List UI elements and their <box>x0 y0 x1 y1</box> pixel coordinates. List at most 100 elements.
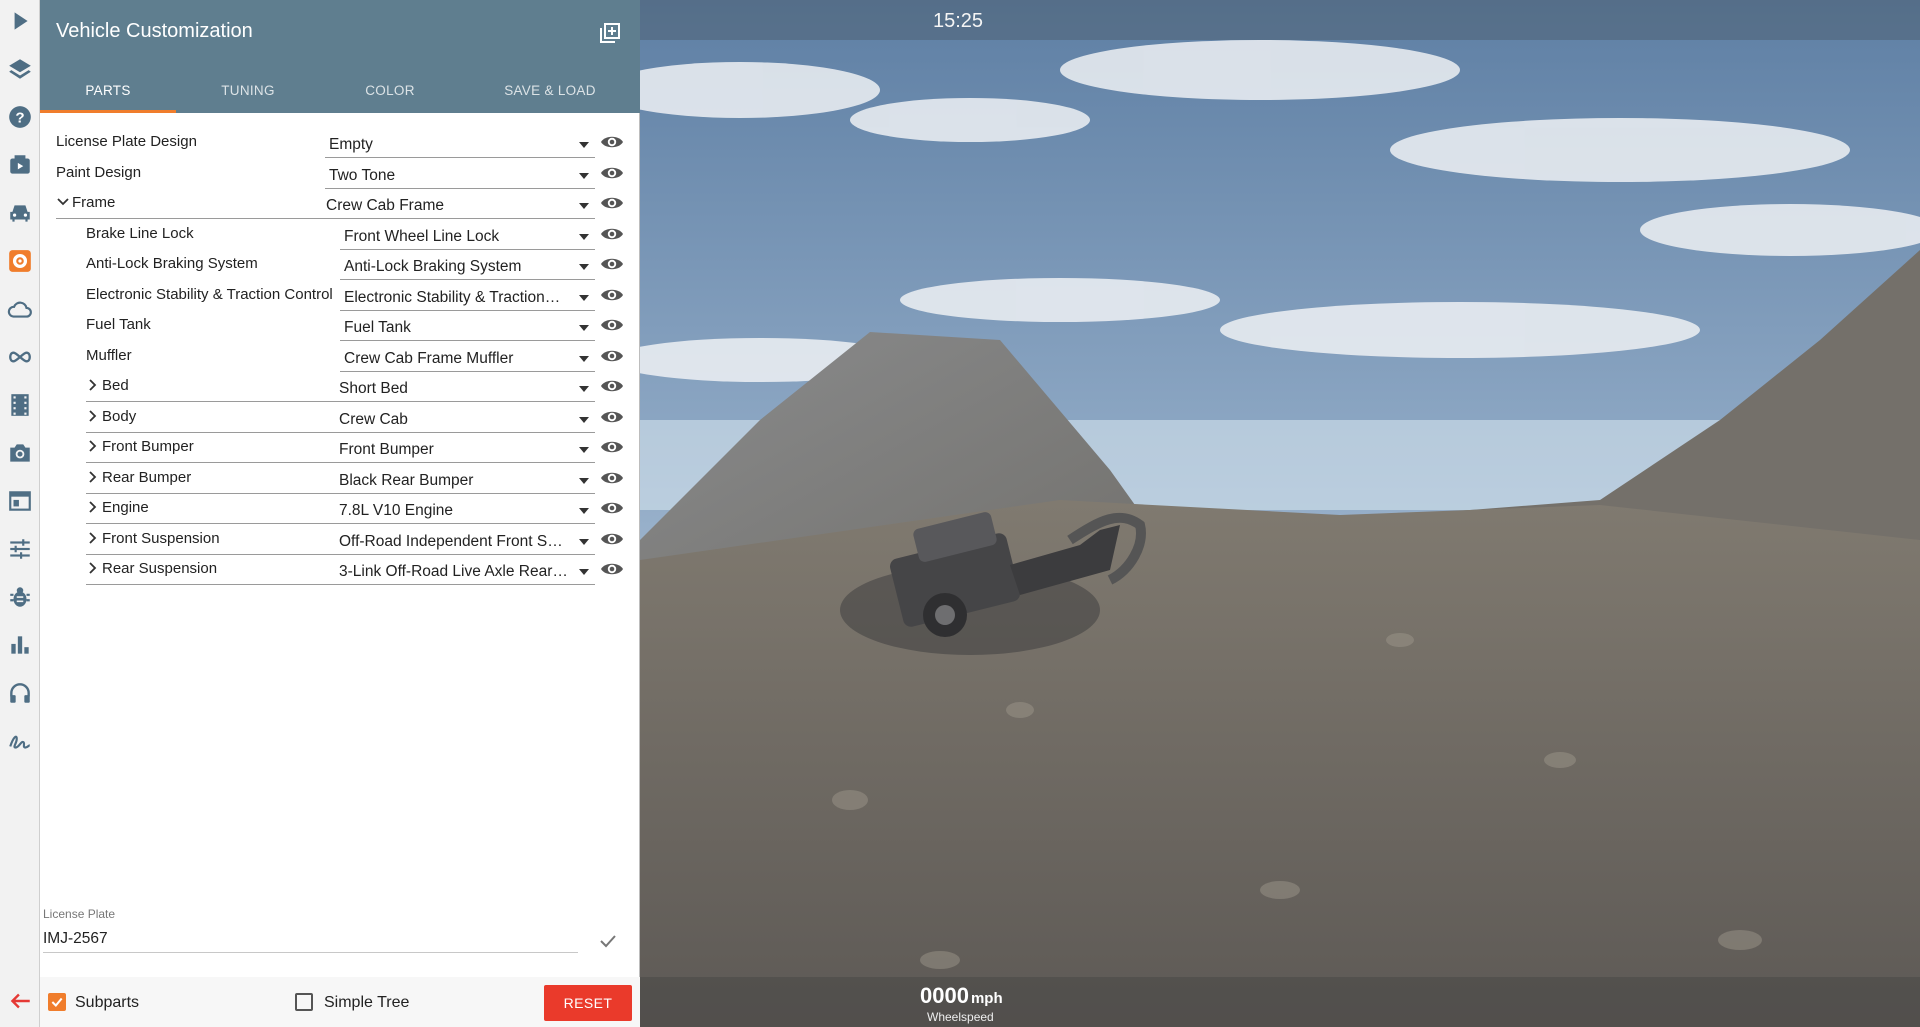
part-label[interactable]: Body <box>102 408 136 425</box>
part-label[interactable]: Front Bumper <box>102 438 194 455</box>
3d-viewport[interactable]: 15:25 0000 mph Wheelspeed <box>640 0 1920 1027</box>
tab-color[interactable]: COLOR <box>320 68 460 113</box>
signature-icon[interactable] <box>4 725 36 757</box>
dropdown-arrow-icon <box>579 203 589 209</box>
part-select[interactable]: Short Bed <box>335 374 595 402</box>
part-select-value: Fuel Tank <box>344 319 411 336</box>
part-select[interactable]: Crew Cab Frame <box>322 191 595 219</box>
chevron-right-icon[interactable] <box>86 378 100 392</box>
panel-tabs: PARTS TUNING COLOR SAVE & LOAD <box>40 68 640 113</box>
film-icon[interactable] <box>4 389 36 421</box>
eye-icon[interactable] <box>600 346 624 366</box>
part-select[interactable]: 3-Link Off-Road Live Axle Rear… <box>335 557 595 585</box>
parts-row: Electronic Stability & Traction Control E… <box>40 281 640 311</box>
chevron-right-icon[interactable] <box>86 439 100 453</box>
add-window-icon[interactable] <box>598 21 622 45</box>
part-label: Muffler <box>86 346 132 364</box>
eye-icon[interactable] <box>600 468 624 488</box>
part-select-value: Short Bed <box>339 380 408 397</box>
tab-parts[interactable]: PARTS <box>40 68 176 113</box>
play-icon[interactable] <box>4 5 36 37</box>
part-select-value: Two Tone <box>329 166 396 184</box>
wheelspeed-value: 0000 <box>920 983 969 1008</box>
parts-row: Front Suspension Off-Road Independent Fro… <box>40 525 640 555</box>
part-select-value: Electronic Stability & Traction… <box>344 288 561 306</box>
eye-icon[interactable] <box>600 498 624 518</box>
part-label[interactable]: Rear Bumper <box>102 469 191 486</box>
back-arrow-icon[interactable] <box>4 985 36 1017</box>
part-select[interactable]: Anti-Lock Braking System <box>340 252 595 280</box>
dropdown-arrow-icon <box>579 142 589 148</box>
eye-icon[interactable] <box>600 315 624 335</box>
eye-icon[interactable] <box>600 437 624 457</box>
help-icon[interactable]: ? <box>4 101 36 133</box>
dropdown-arrow-icon <box>579 172 589 179</box>
chevron-down-icon[interactable] <box>56 195 70 209</box>
part-select[interactable]: Crew Cab Frame Muffler <box>340 344 595 372</box>
part-select[interactable]: Front Bumper <box>335 435 595 463</box>
eye-icon[interactable] <box>600 193 624 213</box>
dropdown-arrow-icon <box>579 294 589 301</box>
part-select[interactable]: Front Wheel Line Lock <box>340 222 595 250</box>
parts-row: Rear Bumper Black Rear Bumper <box>40 464 640 494</box>
eye-icon[interactable] <box>600 132 624 152</box>
simple-tree-label: Simple Tree <box>324 994 410 1011</box>
subparts-checkbox[interactable] <box>48 993 66 1011</box>
layers-icon[interactable] <box>4 53 36 85</box>
part-select[interactable]: Two Tone <box>325 161 595 189</box>
chevron-right-icon[interactable] <box>86 561 100 575</box>
part-select[interactable]: 7.8L V10 Engine <box>335 496 595 524</box>
parts-row: Frame Crew Cab Frame <box>40 189 640 219</box>
cloud-icon[interactable] <box>4 293 36 325</box>
infinity-icon[interactable] <box>4 341 36 373</box>
video-icon[interactable] <box>4 149 36 181</box>
tab-tuning[interactable]: TUNING <box>176 68 320 113</box>
eye-icon[interactable] <box>600 407 624 427</box>
headphones-icon[interactable] <box>4 677 36 709</box>
eye-icon[interactable] <box>600 163 624 183</box>
parts-row: Rear Suspension 3-Link Off-Road Live Axle… <box>40 555 640 585</box>
camera-icon[interactable] <box>4 437 36 469</box>
simple-tree-checkbox[interactable] <box>295 993 313 1011</box>
part-label[interactable]: Bed <box>102 377 129 394</box>
part-select-value: Crew Cab <box>339 410 408 428</box>
eye-icon[interactable] <box>600 529 624 549</box>
eye-icon[interactable] <box>600 559 624 579</box>
check-icon[interactable] <box>596 929 620 953</box>
part-select[interactable]: Fuel Tank <box>340 313 595 341</box>
chevron-right-icon[interactable] <box>86 531 100 545</box>
gear-icon[interactable] <box>4 245 36 277</box>
dropdown-arrow-icon <box>579 447 589 453</box>
license-plate-input[interactable] <box>43 925 578 953</box>
chevron-right-icon[interactable] <box>86 500 100 514</box>
part-label: Electronic Stability & Traction Control <box>86 285 333 303</box>
panel-header: Vehicle Customization PARTS TUNING COLOR… <box>40 0 640 113</box>
car-icon[interactable] <box>4 197 36 229</box>
dropdown-arrow-icon <box>579 477 589 484</box>
eye-icon[interactable] <box>600 254 624 274</box>
sliders-icon[interactable] <box>4 533 36 565</box>
part-label[interactable]: Engine <box>102 499 149 516</box>
window-icon[interactable] <box>4 485 36 517</box>
part-label[interactable]: Front Suspension <box>102 530 220 547</box>
part-select[interactable]: Electronic Stability & Traction… <box>340 283 595 311</box>
clock: 15:25 <box>933 10 984 32</box>
bug-icon[interactable] <box>4 581 36 613</box>
dropdown-arrow-icon <box>579 355 589 362</box>
part-select[interactable]: Empty <box>325 130 595 158</box>
part-label[interactable]: Frame <box>72 194 115 211</box>
part-select[interactable]: Off-Road Independent Front S… <box>335 527 595 555</box>
chevron-right-icon[interactable] <box>86 409 100 423</box>
chevron-right-icon[interactable] <box>86 470 100 484</box>
eye-icon[interactable] <box>600 376 624 396</box>
part-select[interactable]: Black Rear Bumper <box>335 466 595 494</box>
eye-icon[interactable] <box>600 285 624 305</box>
reset-button[interactable]: RESET <box>544 985 632 1021</box>
part-select[interactable]: Crew Cab <box>335 405 595 433</box>
part-label[interactable]: Rear Suspension <box>102 560 217 577</box>
icon-rail: ? <box>0 0 40 1027</box>
bar-chart-icon[interactable] <box>4 629 36 661</box>
eye-icon[interactable] <box>600 224 624 244</box>
tab-save-load[interactable]: SAVE & LOAD <box>460 68 640 113</box>
dropdown-arrow-icon <box>579 264 589 270</box>
